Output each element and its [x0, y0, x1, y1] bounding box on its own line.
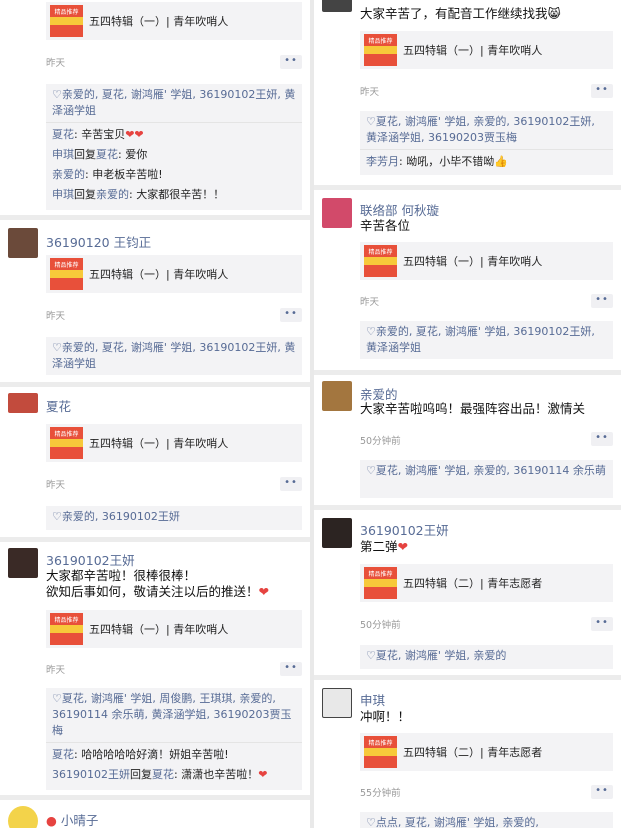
avatar[interactable] [8, 393, 38, 413]
moment-post: 36190102王妍 第二弹❤ 精品推荐 五四特辑（二）| 青年志愿者 50分钟… [314, 510, 621, 675]
more-actions-button[interactable]: •• [591, 294, 613, 308]
article-thumbnail: 精品推荐 [364, 736, 397, 768]
shared-article-card[interactable]: 精品推荐 五四特辑（一）| 青年吹哨人 [46, 255, 302, 293]
avatar[interactable] [322, 381, 352, 411]
avatar[interactable] [8, 548, 38, 578]
post-time: 昨天 [360, 297, 380, 308]
moment-post: 夏花 精品推荐 五四特辑（一）| 青年吹哨人 昨天 •• ♡亲爱的, 36190… [0, 387, 310, 537]
post-time: 55分钟前 [360, 788, 401, 799]
moment-post: 精品推荐 五四特辑（一）| 青年吹哨人 昨天 •• ♡亲爱的, 夏花, 谢鸿雁'… [0, 0, 310, 215]
comment[interactable]: 申琪回复亲爱的: 大家都很辛苦！！ [52, 185, 296, 205]
likes-list: ♡亲爱的, 36190102王妍 [46, 506, 302, 530]
more-actions-button[interactable]: •• [591, 617, 613, 631]
cat-emoji: 😸 [547, 6, 561, 21]
comment[interactable]: 李芳月: 呦吼，小毕不错呦👍 [366, 152, 607, 172]
avatar[interactable] [322, 198, 352, 228]
likes-list: ♡点点, 夏花, 谢鸿雁' 学姐, 亲爱的, [360, 812, 613, 828]
article-thumbnail: 精品推荐 [364, 567, 397, 599]
shared-article-card[interactable]: 精品推荐 五四特辑（一）| 青年吹哨人 [46, 424, 302, 462]
more-actions-button[interactable]: •• [591, 84, 613, 98]
more-actions-button[interactable]: •• [280, 477, 302, 491]
post-text: 大家都辛苦啦！很棒很棒！ 欲知后事如何，敬请关注以后的推送！❤ [46, 568, 269, 599]
poster-name[interactable]: 36190120 王钧正 [46, 232, 151, 251]
post-time: 50分钟前 [360, 436, 401, 447]
likes-list: ♡亲爱的, 夏花, 谢鸿雁' 学姐, 36190102王妍, 黄泽涵学姐 [360, 321, 613, 359]
poster-name[interactable]: 联络部 何秋璇 [360, 200, 439, 219]
likes-list: ♡夏花, 谢鸿雁' 学姐, 周俊鹏, 王琪琪, 亲爱的, 36190114 余乐… [46, 688, 302, 742]
moment-post: 申琪 冲啊！！ 精品推荐 五四特辑（二）| 青年志愿者 55分钟前 •• ♡点点… [314, 680, 621, 828]
post-text: 第二弹❤ [360, 539, 408, 554]
likes-list: ♡亲爱的, 夏花, 谢鸿雁' 学姐, 36190102王妍, 黄泽涵学姐 [46, 84, 302, 122]
article-thumbnail: 精品推荐 [50, 5, 83, 37]
likes-list: ♡夏花, 谢鸿雁' 学姐, 亲爱的, 36190102王妍, 黄泽涵学姐, 36… [360, 111, 613, 149]
avatar[interactable] [322, 688, 352, 718]
comments-list: 夏花: 辛苦宝贝❤❤ 申琪回复夏花: 爱你 亲爱的: 申老板辛苦啦! 申琪回复亲… [46, 122, 302, 210]
post-time: 昨天 [46, 58, 66, 69]
comment[interactable]: 申琪回复夏花: 爱你 [52, 145, 296, 165]
moment-post: 36190102王妍 大家都辛苦啦！很棒很棒！ 欲知后事如何，敬请关注以后的推送… [0, 542, 310, 795]
poster-name[interactable]: 36190102王妍 [360, 520, 449, 539]
article-title: 五四特辑（一）| 青年吹哨人 [403, 44, 543, 57]
avatar[interactable] [322, 518, 352, 548]
right-screenshot: 大家辛苦了，有配音工作继续找我😸 精品推荐 五四特辑（一）| 青年吹哨人 昨天 … [314, 0, 621, 828]
more-actions-button[interactable]: •• [591, 785, 613, 799]
article-title: 五四特辑（一）| 青年吹哨人 [89, 15, 229, 28]
article-thumbnail: 精品推荐 [50, 427, 83, 459]
more-actions-button[interactable]: •• [591, 432, 613, 446]
moment-post: 大家辛苦了，有配音工作继续找我😸 精品推荐 五四特辑（一）| 青年吹哨人 昨天 … [314, 0, 621, 185]
article-title: 五四特辑（一）| 青年吹哨人 [89, 437, 229, 450]
comment[interactable]: 夏花: 辛苦宝贝❤❤ [52, 125, 296, 145]
poster-name[interactable]: 36190102王妍 [46, 550, 135, 569]
post-time: 昨天 [46, 665, 66, 676]
avatar[interactable] [8, 228, 38, 258]
moment-post: ● 小晴子 [0, 800, 310, 828]
comment[interactable]: 36190102王妍回复夏花: 潇潇也辛苦啦！❤ [52, 765, 296, 785]
comment[interactable]: 夏花: 哈哈哈哈哈好滴！妍姐辛苦啦! [52, 745, 296, 765]
more-actions-button[interactable]: •• [280, 308, 302, 322]
article-title: 五四特辑（一）| 青年吹哨人 [89, 623, 229, 636]
article-title: 五四特辑（二）| 青年志愿者 [403, 577, 543, 590]
article-thumbnail: 精品推荐 [50, 613, 83, 645]
comments-list: 夏花: 哈哈哈哈哈好滴！妍姐辛苦啦! 36190102王妍回复夏花: 潇潇也辛苦… [46, 742, 302, 790]
post-time: 昨天 [360, 87, 380, 98]
comments-list: 李芳月: 呦吼，小毕不错呦👍 [360, 149, 613, 175]
post-time: 昨天 [46, 311, 66, 322]
article-title: 五四特辑（一）| 青年吹哨人 [403, 255, 543, 268]
shared-article-card[interactable]: 精品推荐 五四特辑（二）| 青年志愿者 [360, 564, 613, 602]
likes-list: ♡亲爱的, 夏花, 谢鸿雁' 学姐, 36190102王妍, 黄泽涵学姐 [46, 337, 302, 375]
post-text: 大家辛苦了，有配音工作继续找我😸 [360, 6, 561, 21]
likes-list: ♡夏花, 谢鸿雁' 学姐, 亲爱的, 36190114 余乐萌 [360, 460, 613, 498]
post-text: 冲啊！！ [360, 709, 411, 724]
shared-article-card[interactable]: 精品推荐 五四特辑（二）| 青年志愿者 [360, 733, 613, 771]
article-thumbnail: 精品推荐 [50, 258, 83, 290]
poster-name[interactable]: 夏花 [46, 396, 71, 415]
shared-article-card[interactable]: 精品推荐 五四特辑（一）| 青年吹哨人 [46, 2, 302, 40]
shared-article-card[interactable]: 精品推荐 五四特辑（一）| 青年吹哨人 [360, 242, 613, 280]
moment-post: 36190120 王钧正 精品推荐 五四特辑（一）| 青年吹哨人 昨天 •• ♡… [0, 220, 310, 382]
post-time: 昨天 [46, 480, 66, 491]
moment-post: 亲爱的 大家辛苦啦呜呜！最强阵容出品！激情关 50分钟前 •• ♡夏花, 谢鸿雁… [314, 375, 621, 505]
post-text: 辛苦各位 [360, 218, 411, 233]
article-title: 五四特辑（二）| 青年志愿者 [403, 746, 543, 759]
poster-name[interactable]: 申琪 [360, 690, 385, 709]
left-screenshot: 精品推荐 五四特辑（一）| 青年吹哨人 昨天 •• ♡亲爱的, 夏花, 谢鸿雁'… [0, 0, 310, 828]
poster-name[interactable]: ● 小晴子 [46, 810, 98, 828]
more-actions-button[interactable]: •• [280, 662, 302, 676]
avatar[interactable] [8, 806, 38, 828]
avatar[interactable] [322, 0, 352, 12]
shared-article-card[interactable]: 精品推荐 五四特辑（一）| 青年吹哨人 [46, 610, 302, 648]
more-actions-button[interactable]: •• [280, 55, 302, 69]
likes-list: ♡夏花, 谢鸿雁' 学姐, 亲爱的 [360, 645, 613, 669]
article-thumbnail: 精品推荐 [364, 245, 397, 277]
article-thumbnail: 精品推荐 [364, 34, 397, 66]
comment[interactable]: 亲爱的: 申老板辛苦啦! [52, 165, 296, 185]
post-time: 50分钟前 [360, 620, 401, 631]
moment-post: 联络部 何秋璇 辛苦各位 精品推荐 五四特辑（一）| 青年吹哨人 昨天 •• ♡… [314, 190, 621, 370]
shared-article-card[interactable]: 精品推荐 五四特辑（一）| 青年吹哨人 [360, 31, 613, 69]
pin-icon: ● [46, 813, 57, 828]
article-title: 五四特辑（一）| 青年吹哨人 [89, 268, 229, 281]
post-text: 大家辛苦啦呜呜！最强阵容出品！激情关 [360, 401, 586, 416]
